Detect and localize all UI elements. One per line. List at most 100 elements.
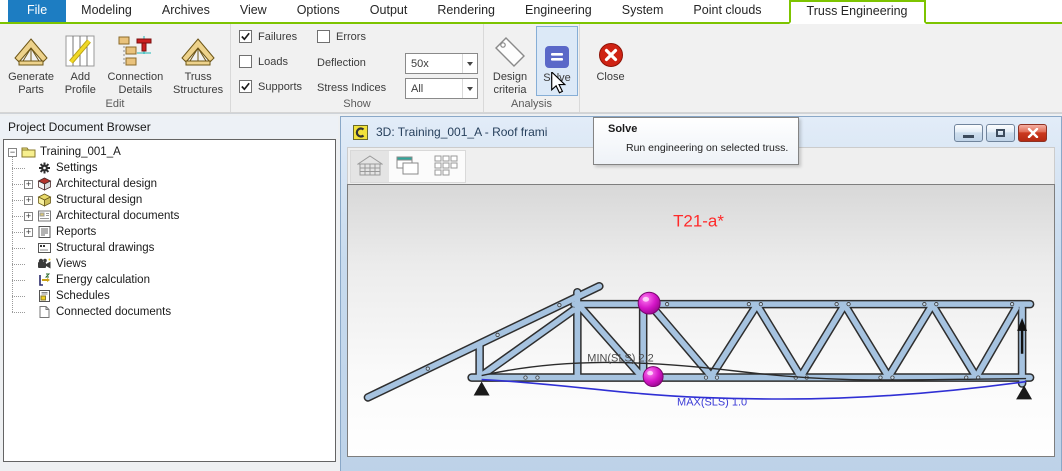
show-group-label: Show xyxy=(231,98,483,110)
tree-item-views[interactable]: Views xyxy=(4,256,335,272)
close-icon xyxy=(598,26,624,68)
tree-item-energy-calculation[interactable]: Energy calculation xyxy=(4,272,335,288)
tag-icon xyxy=(494,26,526,68)
menu-file[interactable]: File xyxy=(8,0,66,22)
close-window-button[interactable] xyxy=(1018,124,1047,142)
tree-item-connected-documents[interactable]: Connected documents xyxy=(4,304,335,320)
expand-box[interactable]: + xyxy=(24,212,33,221)
menu-point-clouds[interactable]: Point clouds xyxy=(678,0,776,22)
menu-system[interactable]: System xyxy=(607,0,679,22)
gear-icon xyxy=(37,161,52,175)
document-tree[interactable]: − Training_001_A Settings + xyxy=(3,139,336,462)
supports-checkbox[interactable] xyxy=(239,80,252,93)
truss-id-label: T21-a* xyxy=(673,212,724,231)
failures-label: Failures xyxy=(258,31,297,43)
deflection-dropdown-button[interactable] xyxy=(462,54,477,73)
deflection-label: Deflection xyxy=(317,57,366,69)
close-label: Close xyxy=(596,71,624,84)
red-cube-icon xyxy=(37,177,52,191)
loads-checkbox[interactable] xyxy=(239,55,252,68)
tooltip-text: Run engineering on selected truss. xyxy=(626,142,788,154)
menu-archives[interactable]: Archives xyxy=(147,0,225,22)
tree-item-reports[interactable]: + Reports xyxy=(4,224,335,240)
menu-view[interactable]: View xyxy=(225,0,282,22)
checkbox-supports[interactable]: Supports xyxy=(239,80,302,93)
design-criteria-label: Design criteria xyxy=(486,71,534,96)
loads-label: Loads xyxy=(258,56,288,68)
restore-button[interactable] xyxy=(986,124,1015,142)
viewport-title: 3D: Training_001_A - Roof frami xyxy=(376,125,547,139)
tree-root-training-001-a[interactable]: − Training_001_A xyxy=(4,144,335,160)
tile-grid-button[interactable] xyxy=(427,151,465,182)
ribbon: Generate Parts Add Profile xyxy=(0,24,1062,113)
expand-box[interactable]: + xyxy=(24,196,33,205)
menu-options[interactable]: Options xyxy=(282,0,355,22)
minimize-button[interactable] xyxy=(954,124,983,142)
close-x-icon xyxy=(1027,128,1039,138)
expand-box[interactable]: + xyxy=(24,228,33,237)
minimize-icon xyxy=(963,135,974,138)
stress-indices-label: Stress Indices xyxy=(317,82,386,94)
stress-indices-dropdown-button[interactable] xyxy=(462,79,477,98)
supports-label: Supports xyxy=(258,81,302,93)
ribbon-group-show: Failures Loads Supports Errors Def xyxy=(230,24,483,112)
errors-checkbox[interactable] xyxy=(317,30,330,43)
tree-item-architectural-documents[interactable]: + Architectural documents xyxy=(4,208,335,224)
truss-drawing[interactable]: T21-a* MIN(SLS) 2.2 MAX(SLS) 1.0 xyxy=(348,185,1054,456)
design-criteria-button[interactable]: Design criteria xyxy=(486,26,534,96)
failures-checkbox[interactable] xyxy=(239,30,252,43)
close-button[interactable]: Close xyxy=(587,26,635,112)
project-document-browser-panel: Project Document Browser − Training_001_… xyxy=(0,116,338,471)
ribbon-group-edit: Generate Parts Add Profile xyxy=(0,24,230,112)
stress-indices-value: All xyxy=(406,83,462,95)
checkbox-errors[interactable]: Errors xyxy=(317,30,366,43)
stress-indices-dropdown[interactable]: All xyxy=(405,78,478,99)
chevron-down-icon xyxy=(467,87,473,91)
connection-icon xyxy=(117,26,153,68)
tree-item-structural-drawings[interactable]: Structural drawings xyxy=(4,240,335,256)
menu-engineering[interactable]: Engineering xyxy=(510,0,607,22)
view-tool-group xyxy=(350,150,466,183)
drawing-canvas[interactable]: T21-a* MIN(SLS) 2.2 MAX(SLS) 1.0 xyxy=(347,184,1055,457)
checkbox-failures[interactable]: Failures xyxy=(239,30,297,43)
menu-modeling[interactable]: Modeling xyxy=(66,0,147,22)
tree-item-label: Architectural documents xyxy=(56,210,179,222)
tree-item-schedules[interactable]: Schedules xyxy=(4,288,335,304)
tooltip-title: Solve xyxy=(608,123,788,135)
collapse-box[interactable]: − xyxy=(8,148,17,157)
ribbon-group-close: Close xyxy=(579,24,641,112)
errors-label: Errors xyxy=(336,31,366,43)
model-view-button[interactable] xyxy=(351,151,389,182)
chevron-down-icon xyxy=(467,62,473,66)
cascade-windows-icon xyxy=(396,156,420,176)
document-icon xyxy=(37,305,52,319)
menu-rendering[interactable]: Rendering xyxy=(422,0,510,22)
tree-item-architectural-design[interactable]: + Architectural design xyxy=(4,176,335,192)
report-icon xyxy=(37,225,52,239)
tree-item-label: Connected documents xyxy=(56,306,171,318)
menu-output[interactable]: Output xyxy=(355,0,423,22)
edit-group-label: Edit xyxy=(0,98,230,110)
window-controls xyxy=(951,124,1047,142)
vertex-app-icon xyxy=(353,125,368,140)
tree-item-structural-design[interactable]: + Structural design xyxy=(4,192,335,208)
cascade-windows-button[interactable] xyxy=(389,151,427,182)
tree-item-settings[interactable]: Settings xyxy=(4,160,335,176)
tree-item-label: Reports xyxy=(56,226,96,238)
panel-title: Project Document Browser xyxy=(0,116,338,138)
generate-parts-label: Generate Parts xyxy=(6,71,56,96)
tree-root-label: Training_001_A xyxy=(40,146,121,158)
analysis-group-label: Analysis xyxy=(484,98,579,110)
truss-gable-icon xyxy=(13,26,49,68)
menu-bar: File Modeling Archives View Options Outp… xyxy=(0,0,1062,24)
truss-gable-icon xyxy=(180,26,216,68)
tree-item-label: Settings xyxy=(56,162,98,174)
deflection-dropdown[interactable]: 50x xyxy=(405,53,478,74)
tree-item-label: Structural design xyxy=(56,194,142,206)
application-window: File Modeling Archives View Options Outp… xyxy=(0,0,1062,471)
checkbox-loads[interactable]: Loads xyxy=(239,55,288,68)
tab-truss-engineering[interactable]: Truss Engineering xyxy=(789,0,926,24)
tree-item-label: Schedules xyxy=(56,290,110,302)
schedule-icon xyxy=(37,289,52,303)
expand-box[interactable]: + xyxy=(24,180,33,189)
